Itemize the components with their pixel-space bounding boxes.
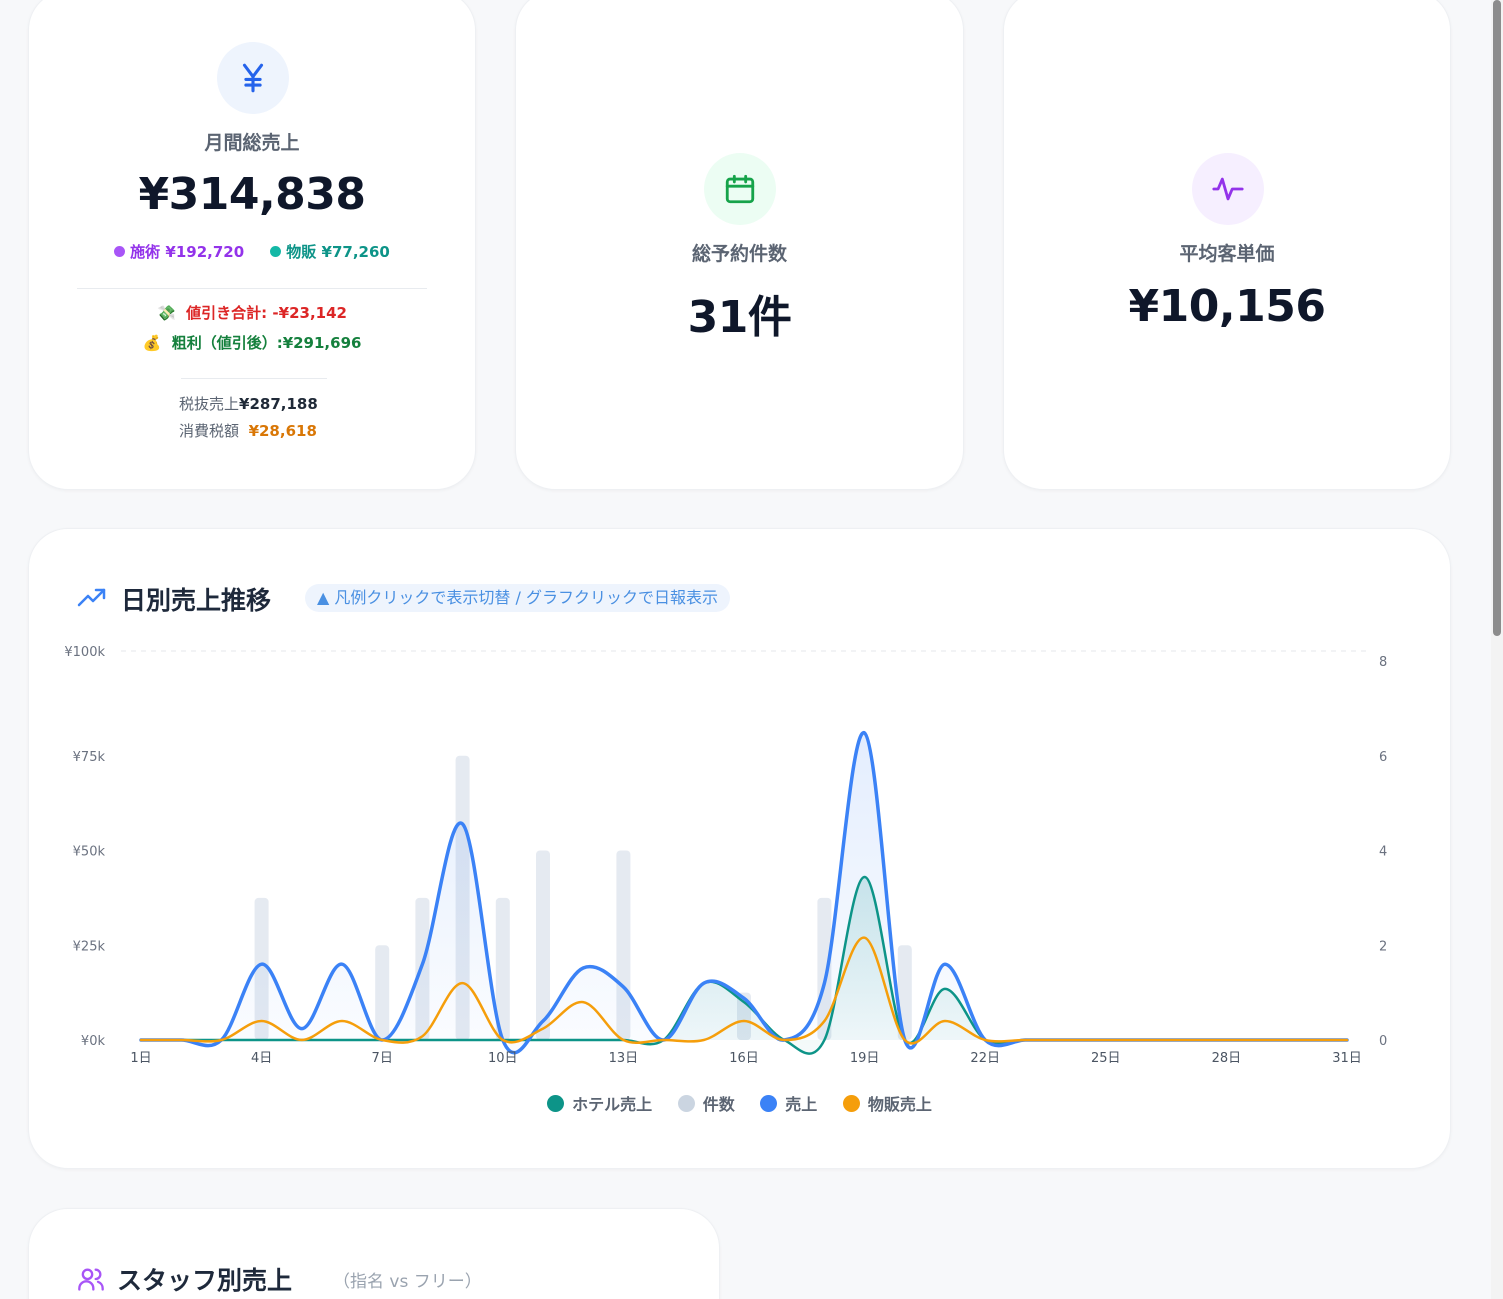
legend-swatch xyxy=(547,1095,565,1112)
x-tick-label: 13日 xyxy=(609,1051,639,1066)
count-bar[interactable] xyxy=(536,850,550,1041)
count-bar[interactable] xyxy=(375,945,390,1040)
legend-swatch xyxy=(760,1095,778,1112)
bookings-card: 総予約件数 31件 xyxy=(515,0,964,490)
x-tick-label: 1日 xyxy=(130,1051,151,1066)
y-right-tick-label: 4 xyxy=(1379,845,1387,860)
y-right-tick-label: 6 xyxy=(1379,750,1387,765)
chart-legend: ホテル売上 件数 売上 物販売上 xyxy=(29,1091,1450,1115)
y-right-tick-label: 8 xyxy=(1379,655,1387,670)
y-right-tick-label: 0 xyxy=(1379,1034,1387,1049)
legend-retail-sales[interactable]: 物販売上 xyxy=(842,1091,932,1115)
trending-up-icon xyxy=(77,587,107,613)
avg-price-label: 平均客単価 xyxy=(1179,243,1275,265)
staff-title: スタッフ別売上 xyxy=(117,1266,293,1295)
pretax-sales: 税抜売上¥287,188 xyxy=(179,395,318,413)
monthly-sales-value: ¥314,838 xyxy=(138,169,366,220)
daily-sales-chart[interactable]: ¥0k ¥25k ¥50k ¥75k ¥100k 0 2 4 6 8 1日 4日 7日 10日 13日 16日… xyxy=(29,639,1452,1099)
y-left-tick-label: ¥75k xyxy=(73,750,106,765)
retail-dot xyxy=(270,246,282,257)
yen-icon xyxy=(217,42,289,114)
money-wings-icon: 💸 xyxy=(157,304,176,322)
y-left-tick-label: ¥25k xyxy=(73,939,106,954)
legend-swatch xyxy=(677,1095,695,1112)
scrollbar[interactable] xyxy=(1491,0,1503,1299)
x-tick-label: 16日 xyxy=(729,1051,759,1066)
legend-hotel-sales[interactable]: ホテル売上 xyxy=(547,1091,652,1115)
x-tick-label: 22日 xyxy=(970,1051,1000,1066)
x-tick-label: 31日 xyxy=(1332,1051,1362,1066)
x-tick-label: 25日 xyxy=(1091,1051,1121,1066)
gross-profit: 💰 粗利（値引後）:¥291,696 xyxy=(142,334,362,352)
money-bag-icon: 💰 xyxy=(142,334,162,352)
consumption-tax: 消費税額 ¥28,618 xyxy=(179,422,317,440)
staff-sales-card: スタッフ別売上 （指名 vs フリー） xyxy=(28,1208,720,1299)
sales-area xyxy=(141,732,1347,1053)
x-tick-label: 4日 xyxy=(251,1051,272,1066)
x-tick-label: 10日 xyxy=(488,1051,518,1066)
monthly-sales-label: 月間総売上 xyxy=(204,132,300,154)
activity-icon xyxy=(1192,153,1264,225)
x-tick-label: 7日 xyxy=(372,1051,393,1066)
divider xyxy=(77,288,427,289)
calendar-icon xyxy=(704,153,776,225)
legend-swatch xyxy=(842,1095,860,1112)
discount-total: 💸 値引き合計: -¥23,142 xyxy=(157,304,347,322)
legend-sales[interactable]: 売上 xyxy=(760,1091,817,1115)
bookings-value: 31件 xyxy=(687,292,792,343)
avg-price-value: ¥10,156 xyxy=(1128,281,1326,332)
y-left-tick-label: ¥0k xyxy=(81,1034,106,1049)
divider-small xyxy=(181,378,327,379)
sales-breakdown: 施術 ¥192,720 物販 ¥77,260 xyxy=(29,241,475,262)
treatment-dot xyxy=(114,246,126,257)
chart-title: 日別売上推移 xyxy=(121,586,272,615)
monthly-sales-card: 月間総売上 ¥314,838 施術 ¥192,720 物販 ¥77,260 💸 … xyxy=(28,0,476,490)
x-tick-label: 19日 xyxy=(850,1051,880,1066)
bookings-label: 総予約件数 xyxy=(691,243,787,265)
y-left-tick-label: ¥50k xyxy=(73,845,106,860)
users-icon xyxy=(77,1265,105,1297)
avg-price-card: 平均客単価 ¥10,156 xyxy=(1003,0,1451,490)
retail-sales: 物販 ¥77,260 xyxy=(270,243,390,261)
y-left-tick-label: ¥100k xyxy=(64,645,105,660)
y-right-tick-label: 2 xyxy=(1379,939,1387,954)
legend-count[interactable]: 件数 xyxy=(677,1091,735,1115)
daily-sales-card: 日別売上推移 ▲ 凡例クリックで表示切替 / グラフクリックで日報表示 ¥0k ¥… xyxy=(28,528,1451,1169)
scrollbar-thumb[interactable] xyxy=(1493,0,1501,636)
treatment-sales: 施術 ¥192,720 xyxy=(114,243,249,261)
chart-hint: ▲ 凡例クリックで表示切替 / グラフクリックで日報表示 xyxy=(305,584,730,612)
x-tick-label: 28日 xyxy=(1212,1051,1242,1066)
staff-subtitle: （指名 vs フリー） xyxy=(333,1272,482,1292)
